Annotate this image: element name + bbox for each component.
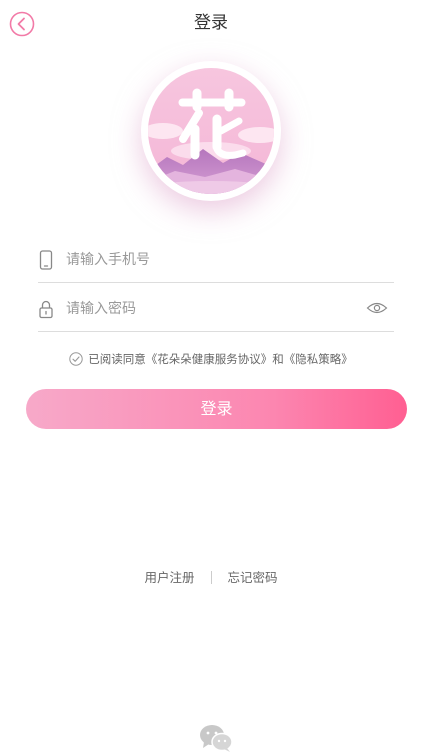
- privacy-policy-link[interactable]: 《隐私策略》: [284, 352, 353, 366]
- password-input[interactable]: [66, 295, 356, 323]
- login-button[interactable]: 登录: [26, 389, 407, 429]
- agreement-prefix: 已阅读同意: [88, 352, 146, 366]
- forgot-password-link[interactable]: 忘记密码: [228, 569, 278, 587]
- register-link[interactable]: 用户注册: [144, 569, 194, 587]
- agreement-conjunction: 和: [272, 352, 284, 366]
- agreement-row: 已阅读同意《花朵朵健康服务协议》和《隐私策略》: [0, 350, 422, 368]
- link-divider: [210, 571, 212, 584]
- eye-icon[interactable]: [366, 300, 388, 316]
- phone-input[interactable]: [66, 246, 356, 274]
- service-agreement-link[interactable]: 《花朵朵健康服务协议》: [146, 352, 273, 366]
- bottom-links: 用户注册 忘记密码: [0, 569, 422, 587]
- logo-image: [148, 68, 274, 194]
- wechat-login-button[interactable]: [199, 724, 233, 752]
- lock-icon: [39, 300, 53, 319]
- page-title: 登录: [194, 13, 228, 33]
- password-field: [38, 287, 394, 332]
- check-circle-icon[interactable]: [69, 351, 83, 366]
- wechat-icon: [200, 725, 233, 752]
- phone-field: [38, 238, 394, 283]
- app-logo: [141, 61, 281, 201]
- phone-icon: [39, 250, 53, 270]
